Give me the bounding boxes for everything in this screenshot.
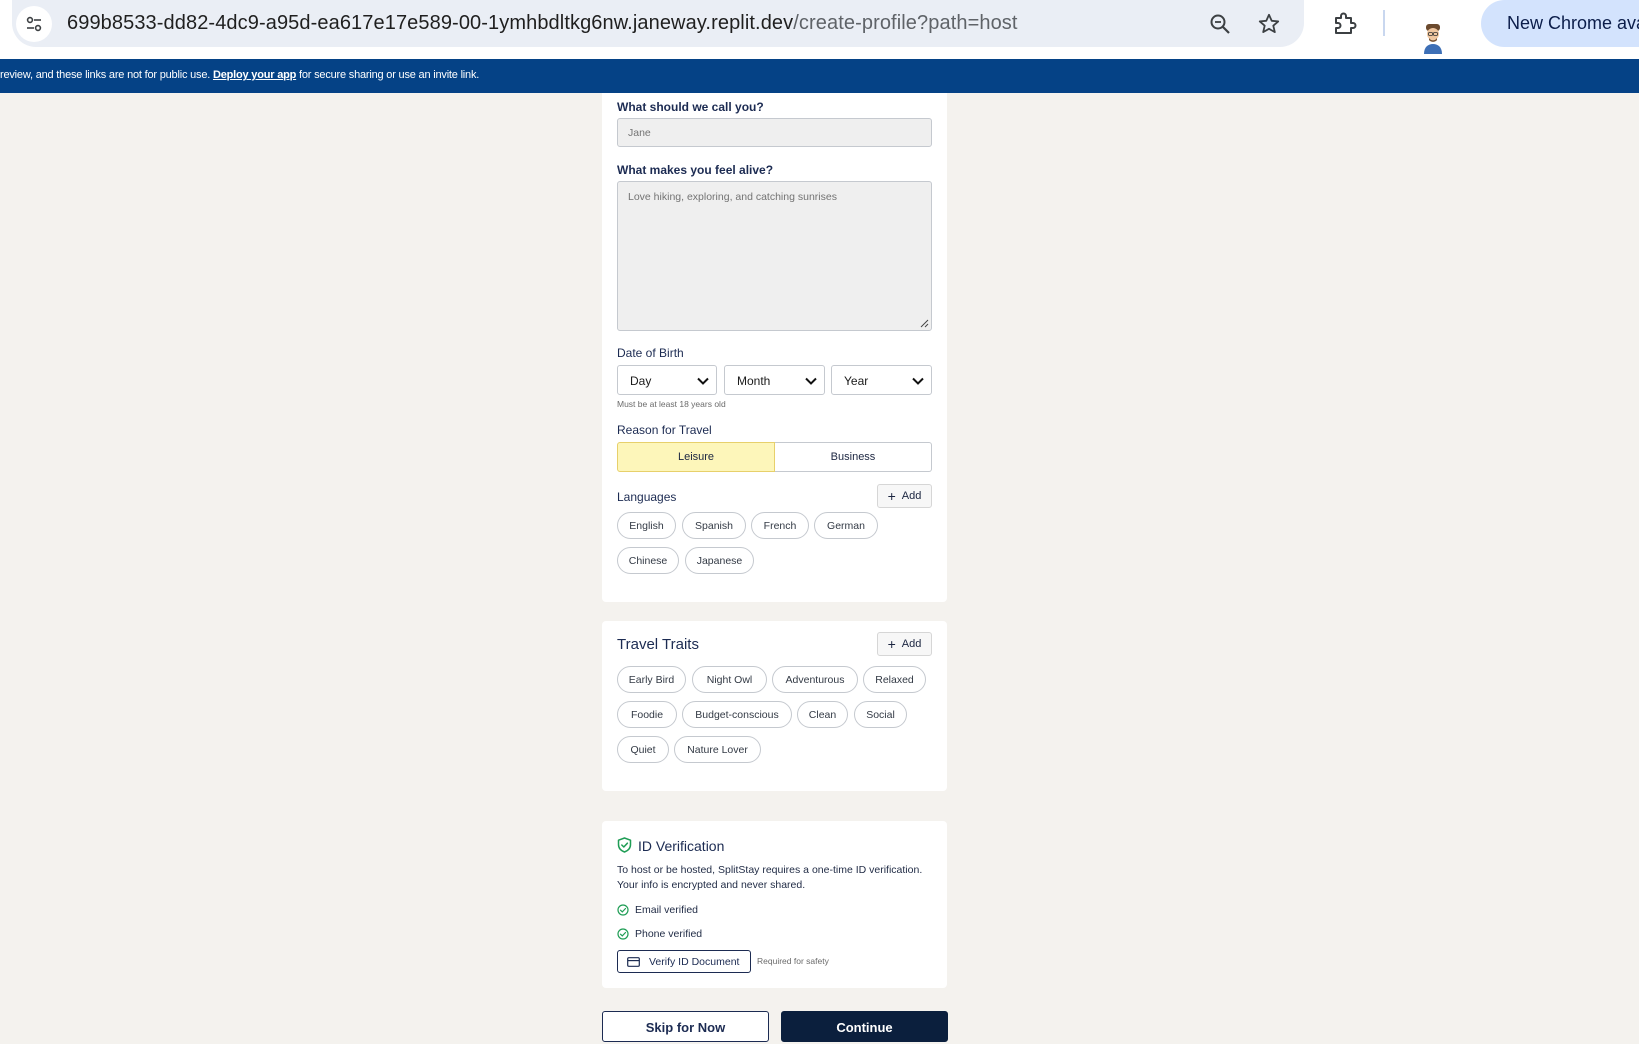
add-trait-button[interactable]: + Add xyxy=(877,632,932,656)
url-path: /create-profile?path=host xyxy=(793,12,1018,34)
zoom-icon[interactable] xyxy=(1205,9,1235,39)
id-verification-card: ID Verification To host or be hosted, Sp… xyxy=(602,821,947,988)
shield-check-icon xyxy=(617,837,632,853)
language-chip-english[interactable]: English xyxy=(617,512,676,539)
languages-label: Languages xyxy=(617,490,677,504)
trait-chip-adventurous[interactable]: Adventurous xyxy=(772,666,858,693)
resize-grip-icon[interactable] xyxy=(919,318,929,328)
profile-avatar[interactable] xyxy=(1420,22,1446,54)
id-card-icon xyxy=(627,956,640,967)
dob-day-select[interactable]: Day xyxy=(617,365,717,395)
dob-month-select[interactable]: Month xyxy=(724,365,825,395)
replit-dev-banner: review, and these links are not for publ… xyxy=(0,59,1639,93)
site-settings-icon[interactable] xyxy=(16,5,52,42)
travel-traits-title: Travel Traits xyxy=(617,636,699,653)
bookmark-star-icon[interactable] xyxy=(1254,9,1284,39)
email-verified-row: Email verified xyxy=(617,904,698,916)
verify-id-button[interactable]: Verify ID Document xyxy=(617,950,751,973)
extensions-puzzle-icon[interactable] xyxy=(1328,6,1362,40)
url-host: 699b8533-dd82-4dc9-a95d-ea617e17e589-00-… xyxy=(67,12,794,34)
dob-day-value: Day xyxy=(630,374,652,388)
trait-chip-relaxed[interactable]: Relaxed xyxy=(863,666,926,693)
plus-icon: + xyxy=(887,636,896,652)
dob-month-value: Month xyxy=(737,374,771,388)
trait-chip-social[interactable]: Social xyxy=(854,701,907,728)
check-circle-icon xyxy=(617,904,629,916)
chevron-down-icon xyxy=(805,377,817,385)
banner-text-end: for secure sharing or use an invite link… xyxy=(296,69,480,81)
travel-traits-card: Travel Traits + Add Early Bird Night Owl… xyxy=(602,621,947,791)
verify-id-label: Verify ID Document xyxy=(649,955,740,968)
language-chip-chinese[interactable]: Chinese xyxy=(617,547,679,574)
address-bar[interactable]: 699b8533-dd82-4dc9-a95d-ea617e17e589-00-… xyxy=(12,0,1304,47)
dob-label: Date of Birth xyxy=(617,346,684,360)
trait-chip-quiet[interactable]: Quiet xyxy=(617,736,669,763)
trait-chip-early-bird[interactable]: Early Bird xyxy=(617,666,686,693)
add-language-button[interactable]: + Add xyxy=(877,484,932,508)
profile-details-card: What should we call you? Jane What makes… xyxy=(602,93,947,602)
trait-chip-budget-conscious[interactable]: Budget-conscious xyxy=(682,701,792,728)
trait-chip-foodie[interactable]: Foodie xyxy=(617,701,677,728)
add-trait-label: Add xyxy=(901,638,922,650)
chevron-down-icon xyxy=(912,377,924,385)
name-placeholder: Jane xyxy=(628,127,651,139)
plus-icon: + xyxy=(887,488,896,504)
name-label: What should we call you? xyxy=(617,100,764,114)
alive-textarea[interactable]: Love hiking, exploring, and catching sun… xyxy=(617,181,932,331)
phone-verified-label: Phone verified xyxy=(635,928,703,940)
alive-label: What makes you feel alive? xyxy=(617,163,774,177)
language-chip-french[interactable]: French xyxy=(751,512,809,539)
continue-button[interactable]: Continue xyxy=(781,1011,948,1042)
language-chip-spanish[interactable]: Spanish xyxy=(682,512,746,539)
check-circle-icon xyxy=(617,928,629,940)
travel-reason-business[interactable]: Business xyxy=(775,442,932,472)
language-chip-german[interactable]: German xyxy=(814,512,878,539)
toolbar-divider xyxy=(1383,10,1385,36)
add-language-label: Add xyxy=(901,490,922,502)
language-chip-japanese[interactable]: Japanese xyxy=(685,547,754,574)
deploy-app-link[interactable]: Deploy your app xyxy=(213,69,296,81)
verify-id-note: Required for safety xyxy=(757,956,829,966)
trait-chip-night-owl[interactable]: Night Owl xyxy=(692,666,767,693)
browser-toolbar: 699b8533-dd82-4dc9-a95d-ea617e17e589-00-… xyxy=(0,0,1639,59)
url-text[interactable]: 699b8533-dd82-4dc9-a95d-ea617e17e589-00-… xyxy=(67,12,1018,35)
travel-reason-label: Reason for Travel xyxy=(617,423,712,437)
chrome-update-button[interactable]: New Chrome available xyxy=(1481,0,1639,47)
trait-chip-clean[interactable]: Clean xyxy=(797,701,848,728)
alive-placeholder: Love hiking, exploring, and catching sun… xyxy=(628,191,837,203)
chevron-down-icon xyxy=(697,377,709,385)
name-input[interactable]: Jane xyxy=(617,118,932,147)
email-verified-label: Email verified xyxy=(635,904,699,916)
trait-chip-nature-lover[interactable]: Nature Lover xyxy=(674,736,761,763)
id-verification-title: ID Verification xyxy=(638,838,725,854)
skip-for-now-button[interactable]: Skip for Now xyxy=(602,1011,769,1042)
dob-year-select[interactable]: Year xyxy=(831,365,932,395)
id-verification-description: To host or be hosted, SplitStay requires… xyxy=(617,864,923,891)
travel-reason-leisure[interactable]: Leisure xyxy=(617,442,775,472)
phone-verified-row: Phone verified xyxy=(617,928,702,940)
dob-hint: Must be at least 18 years old xyxy=(617,399,726,409)
banner-text-start: review, and these links are not for publ… xyxy=(0,69,213,81)
dob-year-value: Year xyxy=(844,374,869,388)
